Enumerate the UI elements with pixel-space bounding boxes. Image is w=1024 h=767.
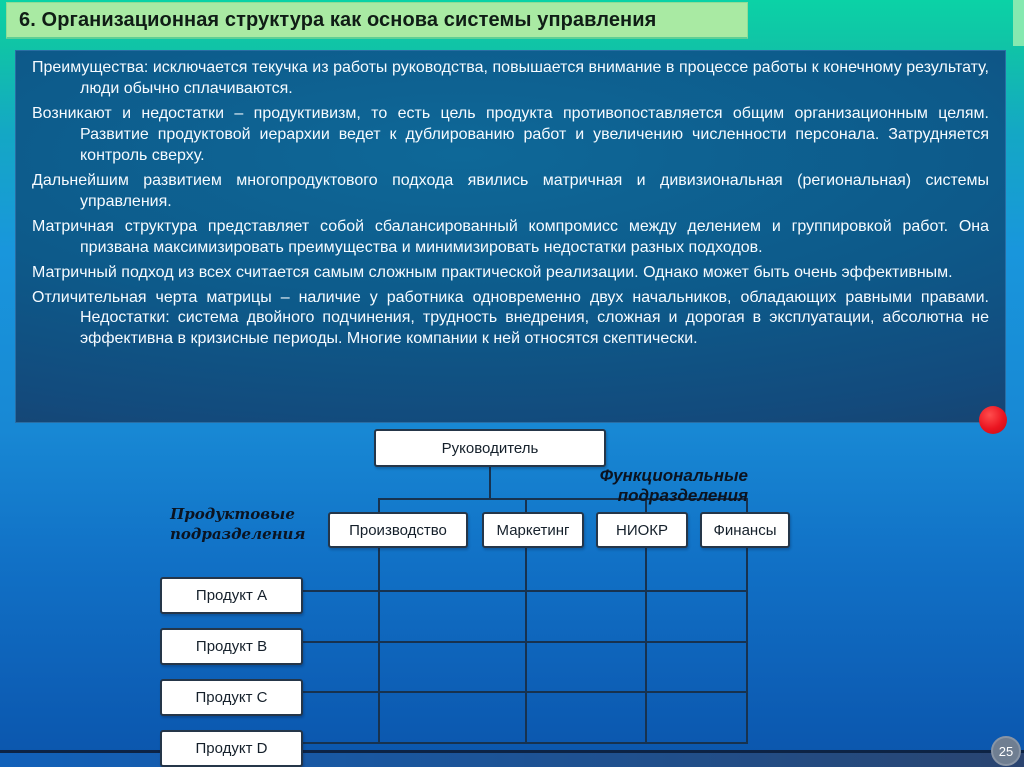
function-box-finance: Финансы <box>700 512 790 548</box>
function-box-rd: НИОКР <box>596 512 688 548</box>
product-box-label: Продукт C <box>195 689 268 706</box>
slide-canvas: 6. Организационная структура как основа … <box>0 0 1024 767</box>
red-dot-indicator <box>979 406 1007 434</box>
root-stem-line <box>489 466 491 499</box>
corner-accent <box>1013 0 1024 46</box>
product-box-d: Продукт D <box>160 730 303 767</box>
grid-line-horizontal-product-d <box>300 742 748 744</box>
function-box-production: Производство <box>328 512 468 548</box>
functional-units-label: Функциональные подразделения <box>599 466 748 505</box>
function-box-label: НИОКР <box>615 521 669 539</box>
paragraph-matrix-feature: Отличительная черта матрицы – наличие у … <box>32 288 989 348</box>
paragraph-drawbacks: Возникают и недостатки – продуктивизм, т… <box>32 104 989 164</box>
slide-title-bar: 6. Организационная структура как основа … <box>6 2 748 39</box>
page-title: 6. Организационная структура как основа … <box>19 8 657 31</box>
grid-line-horizontal-product-c <box>300 691 748 693</box>
page-number-badge: 25 <box>991 736 1021 766</box>
page-number: 25 <box>998 743 1014 759</box>
paragraph-further-development: Дальнейшим развитием многопродуктового п… <box>32 171 989 210</box>
product-box-b: Продукт B <box>160 628 303 665</box>
product-units-label: Продуктовые подразделения <box>170 505 306 543</box>
footer-band <box>0 750 1024 767</box>
paragraph-advantages: Преимущества: исключается текучка из раб… <box>32 59 989 97</box>
product-box-c: Продукт C <box>160 679 303 716</box>
text-panel: Преимущества: исключается текучка из раб… <box>15 50 1006 423</box>
product-box-label: Продукт D <box>195 740 268 757</box>
function-box-label: Производство <box>349 521 447 539</box>
product-box-label: Продукт B <box>195 638 268 655</box>
function-box-label: Маркетинг <box>496 521 570 539</box>
root-box-leader: Руководитель <box>374 429 606 467</box>
product-box-a: Продукт A <box>160 577 303 614</box>
paragraph-matrix-approach: Матричный подход из всех считается самым… <box>32 263 953 281</box>
grid-line-horizontal-product-b <box>300 641 748 643</box>
root-box-label: Руководитель <box>441 439 539 457</box>
grid-line-horizontal-product-a <box>300 590 748 592</box>
product-box-label: Продукт A <box>195 587 268 604</box>
function-box-marketing: Маркетинг <box>482 512 584 548</box>
paragraph-matrix-structure: Матричная структура представляет собой с… <box>32 217 989 256</box>
function-box-label: Финансы <box>713 521 777 539</box>
